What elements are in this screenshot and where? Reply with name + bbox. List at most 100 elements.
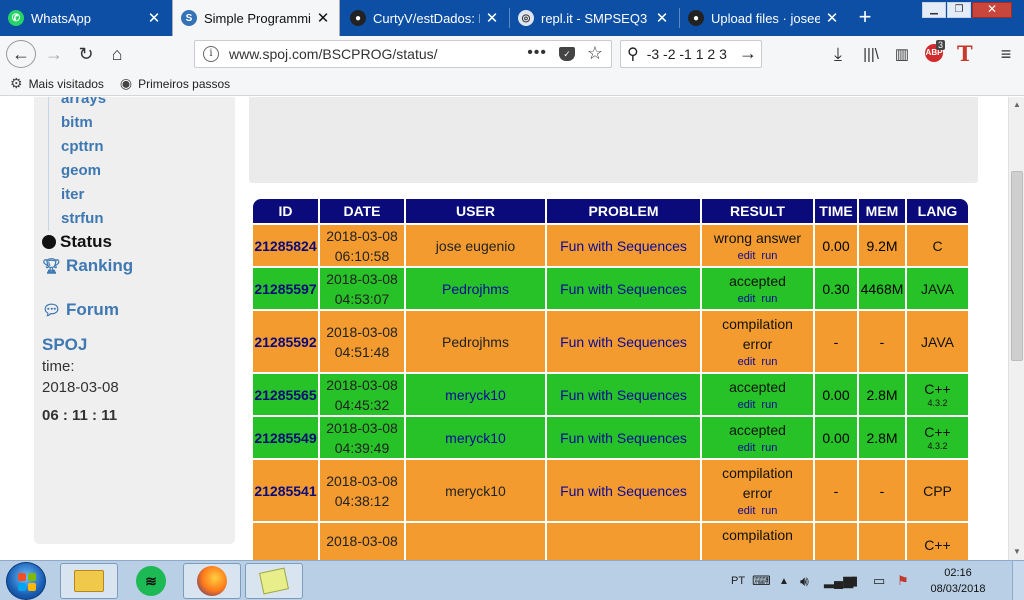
back-button[interactable]: ← (6, 40, 36, 68)
show-desktop-button[interactable] (1012, 561, 1024, 600)
pocket-icon[interactable]: ✓ (559, 47, 575, 61)
problem-link[interactable]: Fun with Sequences (547, 372, 700, 415)
home-button[interactable]: ⌂ (103, 40, 131, 68)
reload-button[interactable]: ↻ (72, 40, 100, 68)
submission-id-link[interactable]: 21285597 (253, 266, 318, 309)
taskbar-explorer[interactable] (60, 563, 118, 599)
user-link[interactable]: jose eugenio (406, 223, 545, 266)
sidebar-item-ranking[interactable]: 🏆︎ Ranking (42, 256, 133, 276)
sidebar-item-strfun[interactable]: strfun (61, 207, 106, 231)
column-header-mem[interactable]: MEM (859, 199, 905, 223)
spoj-heading[interactable]: SPOJ (42, 335, 87, 355)
url-bar[interactable]: i www.spoj.com/BSCPROG/status/ ••• ✓ ☆ (194, 40, 612, 68)
sidebar-item-geom[interactable]: geom (61, 159, 106, 183)
run-link[interactable]: run (761, 293, 777, 305)
tab-github-estdados[interactable]: ● CurtyV/estDados: Re ✕ (342, 2, 508, 34)
problem-link[interactable]: Fun with Sequences (547, 266, 700, 309)
translate-extension-icon[interactable]: T (957, 41, 973, 66)
run-link[interactable]: run (761, 505, 777, 517)
taskbar-firefox[interactable] (183, 563, 241, 599)
tab-simple-programming[interactable]: S Simple Programming ✕ (172, 0, 340, 36)
system-clock[interactable]: 02:16 08/03/2018 (922, 565, 994, 597)
column-header-lang[interactable]: LANG (907, 199, 968, 223)
minimize-button[interactable]: ▁ (922, 2, 946, 18)
column-header-result[interactable]: RESULT (702, 199, 813, 223)
sidebar-toggle-button[interactable]: ▥ (888, 40, 916, 68)
problem-link[interactable] (547, 521, 700, 560)
edit-link[interactable]: edit (738, 442, 756, 454)
run-link[interactable]: run (761, 442, 777, 454)
search-go-arrow-icon[interactable]: → (737, 43, 757, 64)
scrollbar-thumb[interactable] (1011, 171, 1023, 361)
sidebar-item-arrays[interactable]: arrays (61, 97, 106, 111)
user-link[interactable]: Pedrojhms (406, 266, 545, 309)
search-field[interactable]: ⚲ -3 -2 -1 1 2 3 → (620, 40, 762, 68)
close-icon[interactable]: ✕ (146, 9, 162, 27)
scroll-up-arrow-icon[interactable]: ▲ (1009, 97, 1024, 113)
edit-link[interactable]: edit (738, 505, 756, 517)
edit-link[interactable]: edit (738, 293, 756, 305)
tray-expand-arrow-icon[interactable]: ▲ (779, 561, 789, 600)
battery-icon[interactable]: ▮ (851, 561, 858, 600)
problem-link[interactable]: Fun with Sequences (547, 223, 700, 266)
bookmark-primeiros-passos[interactable]: ◉ Primeiros passos (120, 75, 230, 92)
column-header-problem[interactable]: PROBLEM (547, 199, 700, 223)
column-header-id[interactable]: ID (253, 199, 318, 223)
column-header-date[interactable]: DATE (320, 199, 404, 223)
library-button[interactable]: |||\ (857, 40, 885, 68)
language-indicator[interactable]: PT (731, 561, 745, 600)
tab-replit[interactable]: ◎ repl.it - SMPSEQ3 - F ✕ (510, 2, 678, 34)
volume-icon[interactable]: 🔊︎ (800, 561, 809, 600)
forward-button[interactable]: → (40, 40, 68, 68)
bookmark-mais-visitados[interactable]: ⚙ Mais visitados (10, 75, 104, 92)
close-icon[interactable]: ✕ (484, 9, 500, 27)
problem-link[interactable]: Fun with Sequences (547, 458, 700, 521)
user-link[interactable] (406, 521, 545, 560)
display-icon[interactable]: ▭ (873, 561, 885, 600)
keyboard-icon[interactable]: ⌨ (752, 561, 771, 600)
action-center-alert-icon[interactable]: ⚑ (897, 561, 909, 600)
downloads-button[interactable]: ⤓ (824, 40, 852, 68)
sidebar-item-forum[interactable]: 💬︎ Forum (42, 300, 119, 320)
run-link[interactable]: run (761, 399, 777, 411)
close-icon[interactable]: ✕ (654, 9, 670, 27)
run-link[interactable]: run (761, 250, 777, 262)
column-header-user[interactable]: USER (406, 199, 545, 223)
submission-id-link[interactable]: 21285549 (253, 415, 318, 458)
run-link[interactable]: run (761, 356, 777, 368)
edit-link[interactable]: edit (738, 399, 756, 411)
submission-id-link[interactable]: 21285824 (253, 223, 318, 266)
taskbar-sticky-notes[interactable] (245, 563, 303, 599)
sidebar-item-status[interactable]: Status (42, 232, 112, 252)
user-link[interactable]: meryck10 (406, 415, 545, 458)
edit-link[interactable]: edit (738, 356, 756, 368)
menu-button[interactable]: ≡ (992, 40, 1020, 68)
user-link[interactable]: meryck10 (406, 458, 545, 521)
sidebar-item-iter[interactable]: iter (61, 183, 106, 207)
user-link[interactable]: Pedrojhms (406, 309, 545, 372)
submission-id-link[interactable]: 21285541 (253, 458, 318, 521)
problem-link[interactable]: Fun with Sequences (547, 415, 700, 458)
submission-id-link[interactable]: 21285565 (253, 372, 318, 415)
close-icon[interactable]: ✕ (315, 9, 331, 27)
tab-upload-files[interactable]: ● Upload files · joseeuc ✕ (680, 2, 848, 34)
network-signal-icon[interactable]: ▂▄▆ (824, 561, 853, 600)
column-header-time[interactable]: TIME (815, 199, 857, 223)
problem-link[interactable]: Fun with Sequences (547, 309, 700, 372)
user-link[interactable]: meryck10 (406, 372, 545, 415)
start-button[interactable] (6, 562, 46, 600)
taskbar-spotify[interactable]: ≋ (122, 563, 180, 599)
close-icon[interactable]: ✕ (824, 9, 840, 27)
new-tab-button[interactable]: + (852, 5, 878, 31)
tab-whatsapp[interactable]: ✆ WhatsApp ✕ (0, 2, 170, 34)
vertical-scrollbar[interactable]: ▲ ▼ (1008, 97, 1024, 560)
edit-link[interactable]: edit (738, 250, 756, 262)
submission-id-link[interactable] (253, 521, 318, 560)
info-icon[interactable]: i (203, 46, 219, 62)
window-close-button[interactable]: ✕ (972, 2, 1012, 18)
page-actions-icon[interactable]: ••• (527, 44, 547, 62)
sidebar-item-bitm[interactable]: bitm (61, 111, 106, 135)
submission-id-link[interactable]: 21285592 (253, 309, 318, 372)
bookmark-star-icon[interactable]: ☆ (587, 43, 603, 64)
sidebar-item-cpttrn[interactable]: cpttrn (61, 135, 106, 159)
